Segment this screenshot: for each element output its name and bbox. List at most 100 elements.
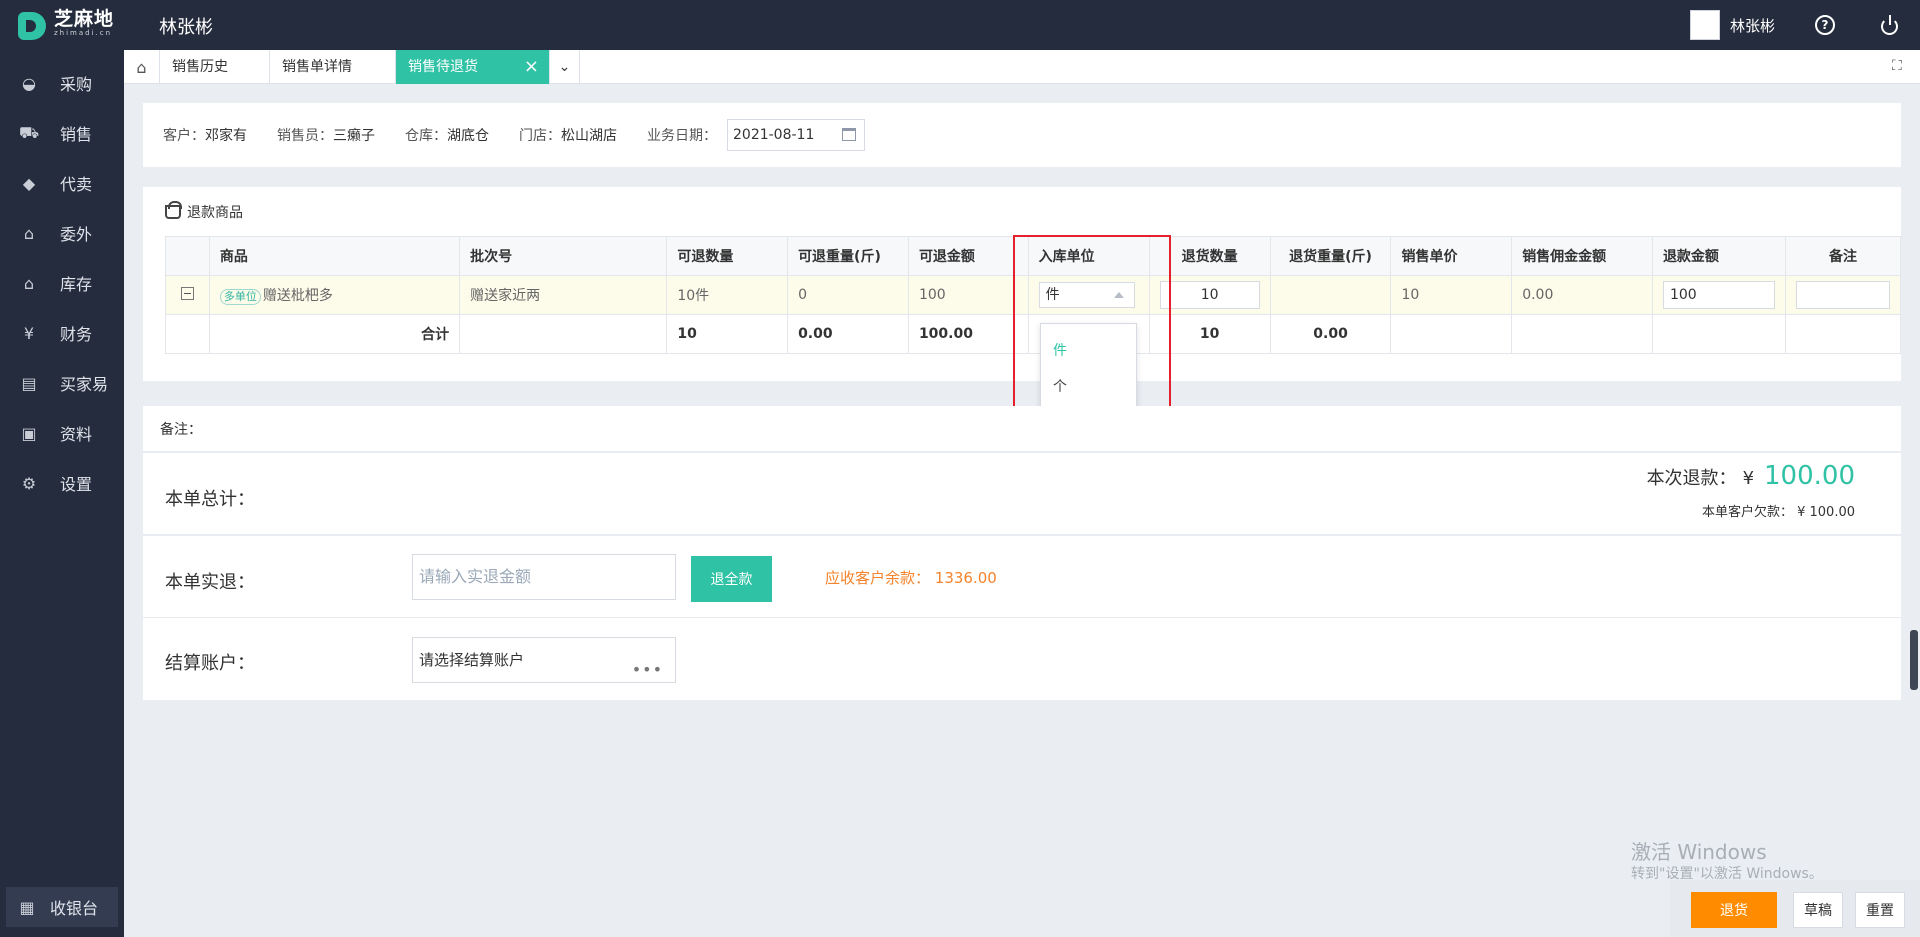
more-icon[interactable]: ••• [632, 648, 663, 692]
sidebar-item-buyer[interactable]: ▤ 买家易 [0, 358, 124, 408]
store-icon: ⌂ [23, 273, 35, 293]
sidebar-item-outsource[interactable]: ⌂ 委外 [0, 208, 124, 258]
cart-icon: ⛟ [18, 122, 40, 142]
warehouse-icon: ⌂ [23, 223, 35, 243]
remark-input[interactable] [1795, 281, 1890, 309]
top-username[interactable]: 林张彬 [1730, 15, 1775, 36]
sidebar: ◒ 采购 ⛟ 销售 ◆ 代卖 ⌂ 委外 ⌂ 库存 ¥ 财务 ▤ 买家易 ▣ 资料… [0, 50, 124, 937]
multi-unit-badge: 多单位 [219, 289, 261, 305]
logo-text: 芝麻地 [54, 8, 115, 30]
col-unit-price: 销售单价 [1390, 236, 1513, 276]
warehouse-label: 仓库： [405, 128, 447, 144]
refund-amount-input[interactable]: 100 [1662, 281, 1775, 309]
date-field[interactable]: 2021-08-11 [727, 119, 865, 151]
sidebar-item-consignment[interactable]: ◆ 代卖 [0, 158, 124, 208]
col-remark: 备注 [1784, 236, 1902, 276]
tag-icon: ◆ [22, 173, 36, 193]
sidebar-item-finance[interactable]: ¥ 财务 [0, 308, 124, 358]
basket-icon: ◒ [22, 73, 36, 93]
returnable-weight-cell: 0 [787, 275, 909, 315]
help-icon[interactable]: ? [1815, 15, 1835, 35]
customer-owe: 本单客户欠款： ¥ 100.00 [1701, 505, 1855, 520]
returnable-qty-cell: 10件 [666, 275, 789, 315]
summary-row: 本单总计： 本次退款： ¥ 100.00 本单客户欠款： ¥ 100.00 [143, 453, 1901, 535]
sidebar-item-label: 代卖 [60, 175, 93, 194]
draft-button[interactable]: 草稿 [1793, 892, 1843, 928]
tab-sales-detail[interactable]: 销售单详情 [270, 50, 396, 84]
chevron-down-icon[interactable]: ⌄ [550, 50, 580, 84]
watermark-line1: 激活 Windows [1631, 840, 1767, 864]
col-returnable-qty: 可退数量 [666, 236, 789, 276]
actual-amount-input[interactable]: 请输入实退金额 [412, 554, 676, 600]
fullscreen-icon[interactable]: ⛶ [1892, 58, 1908, 74]
logo[interactable]: 芝麻地 zhimadi.cn [18, 10, 114, 42]
total-row: 合计 10 0.00 100.00 10 0.00 [165, 314, 1902, 354]
total-returnable-amount: 100.00 [907, 314, 1029, 354]
close-icon[interactable]: × [524, 50, 539, 84]
goods-title: 退款商品 [187, 205, 243, 221]
refund-now: 本次退款： ¥ 100.00 [1647, 461, 1855, 491]
sidebar-item-label: 销售 [60, 125, 93, 144]
remark-label: 备注： [160, 421, 202, 438]
cashier-label: 收银台 [50, 899, 99, 918]
account-placeholder: 请选择结算账户 [419, 651, 525, 669]
unit-option-each[interactable]: 个 [1041, 369, 1136, 405]
sidebar-item-sales[interactable]: ⛟ 销售 [0, 108, 124, 158]
salesman-label: 销售员： [277, 128, 333, 144]
reset-button[interactable]: 重置 [1855, 892, 1905, 928]
table-row: 多单位 赠送枇杷多 赠送家近两 10件 0 100 件 10 10 0.00 10… [165, 275, 1902, 315]
goods-name: 赠送枇杷多 [262, 288, 333, 304]
col-refund-amount: 退款金额 [1651, 236, 1786, 276]
logout-icon[interactable] [1880, 15, 1900, 35]
col-return-qty: 退货数量 [1148, 236, 1271, 276]
unit-option-piece[interactable]: 件 [1041, 333, 1136, 369]
tab-sales-return[interactable]: 销售待退货 × [396, 50, 550, 84]
customer-label: 客户： [163, 128, 205, 144]
money-icon: ¥ [23, 323, 35, 343]
order-info: 客户：邓家有 销售员：三癞子 仓库：湖底仓 门店：松山湖店 业务日期： 2021… [143, 103, 1901, 167]
return-qty-input[interactable]: 10 [1159, 281, 1260, 309]
sidebar-item-inventory[interactable]: ⌂ 库存 [0, 258, 124, 308]
remark-row: 备注： [143, 406, 1901, 452]
col-return-weight: 退货重量(斤) [1269, 236, 1392, 276]
unit-select-value: 件 [1045, 287, 1060, 303]
sidebar-item-label: 设置 [60, 475, 93, 494]
salesman-value: 三癞子 [333, 128, 375, 144]
logo-icon [18, 12, 46, 40]
currency-symbol: ¥ [1742, 468, 1755, 489]
basket-icon [165, 201, 182, 219]
sidebar-item-data[interactable]: ▣ 资料 [0, 408, 124, 458]
summary-label: 本单总计： [165, 489, 255, 510]
avatar[interactable] [1689, 10, 1720, 40]
tab-label: 销售待退货 [408, 59, 478, 75]
scrollbar-handle[interactable] [1910, 630, 1918, 690]
date-label: 业务日期： [647, 128, 717, 144]
sidebar-item-purchase[interactable]: ◒ 采购 [0, 58, 124, 108]
calendar-icon[interactable] [842, 128, 856, 141]
account-label: 结算账户： [165, 653, 255, 674]
account-row: 结算账户： 请选择结算账户 ••• [143, 618, 1901, 700]
home-icon[interactable]: ⌂ [124, 50, 160, 84]
sidebar-item-label: 资料 [60, 425, 93, 444]
shop-icon: ▤ [21, 373, 37, 393]
return-button[interactable]: 退货 [1691, 892, 1777, 928]
sidebar-item-label: 委外 [60, 225, 93, 244]
return-weight-cell [1269, 275, 1392, 315]
col-goods: 商品 [208, 236, 461, 276]
cashier-button[interactable]: ▦ 收银台 [6, 887, 118, 927]
col-returnable-weight: 可退重量(斤) [787, 236, 909, 276]
account-select[interactable]: 请选择结算账户 ••• [412, 637, 676, 683]
cashier-icon: ▦ [19, 897, 35, 917]
row-checkbox[interactable] [180, 286, 194, 300]
tab-sales-history[interactable]: 销售历史 [160, 50, 270, 84]
printer-icon: ▣ [21, 423, 37, 443]
full-refund-button[interactable]: 退全款 [691, 556, 772, 602]
unit-select[interactable]: 件 [1038, 282, 1135, 308]
refund-label: 本次退款： [1646, 468, 1737, 489]
col-commission: 销售佣金金额 [1511, 236, 1653, 276]
top-bar: 芝麻地 zhimadi.cn 林张彬 林张彬 ? [0, 0, 1920, 50]
due-amount: 1336.00 [934, 569, 997, 587]
sidebar-item-settings[interactable]: ⚙ 设置 [0, 458, 124, 508]
sidebar-item-label: 财务 [60, 325, 93, 344]
store-value: 松山湖店 [561, 128, 617, 144]
